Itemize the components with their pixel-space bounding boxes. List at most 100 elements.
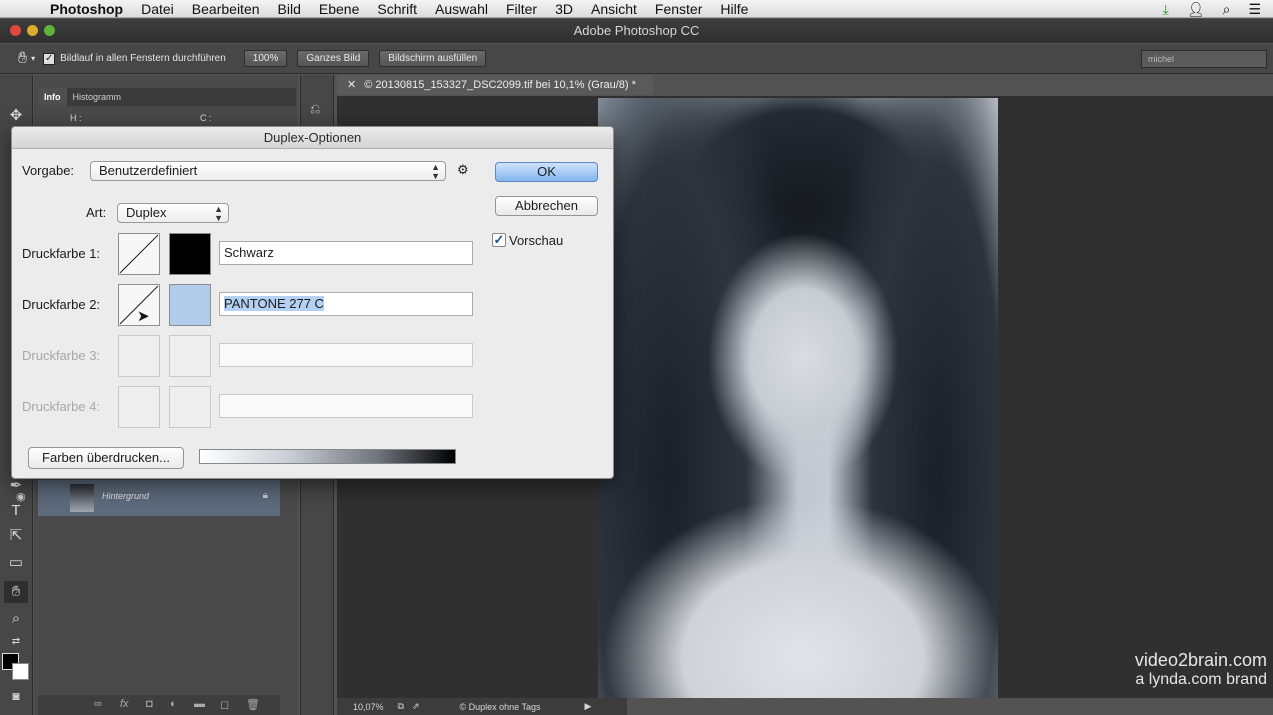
tool-options-bar: ✋︎ ▾ ✓ Bildlauf in allen Fenstern durchf…: [0, 44, 1273, 74]
move-tool-icon[interactable]: ✥: [4, 105, 28, 127]
duplex-options-dialog: Duplex-Optionen Vorgabe: Benutzerdefinie…: [11, 126, 614, 479]
chevron-down-icon[interactable]: ▾: [31, 54, 35, 63]
preset-label: Vorgabe:: [22, 163, 75, 178]
spotlight-search-icon[interactable]: ⌕: [1223, 1, 1231, 18]
menu-app[interactable]: Photoshop: [46, 0, 132, 18]
dialog-title: Duplex-Optionen: [12, 127, 613, 149]
menu-filter[interactable]: Filter: [497, 0, 546, 18]
user-icon[interactable]: 👤︎: [1187, 1, 1205, 18]
document-tab-title: © 20130815_153327_DSC2099.tif bei 10,1% …: [364, 79, 636, 91]
tone-gradient-ramp: [199, 449, 456, 464]
notification-list-icon[interactable]: ☰: [1248, 1, 1261, 18]
menu-3d[interactable]: 3D: [546, 0, 582, 18]
minimize-window-button[interactable]: [27, 25, 38, 36]
ink3-curve-box: [118, 335, 160, 377]
type-tool-icon[interactable]: T: [4, 500, 28, 522]
fit-screen-button[interactable]: Ganzes Bild: [297, 50, 370, 67]
zoom-level[interactable]: 10,07%: [353, 702, 384, 712]
close-window-button[interactable]: [10, 25, 21, 36]
zoom-window-button[interactable]: [44, 25, 55, 36]
ink3-color-swatch: [169, 335, 211, 377]
menu-ebene[interactable]: Ebene: [310, 0, 368, 18]
menu-bild[interactable]: Bild: [269, 0, 310, 18]
photo-canvas[interactable]: [598, 98, 998, 698]
type-label: Art:: [86, 205, 107, 220]
layer-style-fx-icon[interactable]: fx: [120, 698, 129, 710]
ink2-label: Druckfarbe 2:: [22, 297, 101, 312]
ink1-label: Druckfarbe 1:: [22, 246, 101, 261]
ink1-name-field[interactable]: Schwarz: [219, 241, 473, 265]
ink1-curve-box[interactable]: [118, 233, 160, 275]
zoom-tool-icon[interactable]: ⌕: [4, 608, 28, 630]
scroll-all-windows-checkbox[interactable]: ✓: [43, 52, 56, 65]
ink2-name-field[interactable]: PANTONE 277 C: [219, 292, 473, 316]
close-document-icon[interactable]: ✕: [347, 79, 356, 91]
preset-value: Benutzerdefiniert: [99, 163, 198, 178]
ink4-color-swatch: [169, 386, 211, 428]
overprint-colors-button[interactable]: Farben überdrucken...: [28, 447, 184, 469]
preview-checkbox[interactable]: ✓: [492, 233, 506, 247]
new-layer-icon[interactable]: ◻: [220, 698, 229, 711]
ok-button[interactable]: OK: [495, 162, 598, 182]
select-arrows-icon: ▲ ▼: [431, 162, 440, 181]
ink3-label: Druckfarbe 3:: [22, 348, 101, 363]
layer-visibility-eye-icon[interactable]: ◉: [16, 490, 26, 503]
tab-info[interactable]: Info: [38, 88, 67, 106]
zoom-100-button[interactable]: 100%: [243, 50, 288, 67]
layers-panel-footer: ∞ fx ◘ ◐ ▬ ◻ 🗑︎: [38, 695, 280, 715]
type-value: Duplex: [126, 205, 167, 220]
download-icon[interactable]: ⤓: [1163, 1, 1169, 18]
status-menu-arrow-icon[interactable]: ▶: [585, 701, 592, 712]
document-status-bar: 10,07% ⧉ ⇗ © Duplex ohne Tags ▶: [337, 698, 627, 715]
watermark-logo: video2brain.com a lynda.com brand: [1135, 650, 1267, 690]
ink4-label: Druckfarbe 4:: [22, 399, 101, 414]
status-share-icon[interactable]: ⇗: [412, 701, 420, 712]
ink2-color-swatch[interactable]: [169, 284, 211, 326]
hand-tool-icon[interactable]: ✋︎: [4, 581, 28, 603]
preset-select[interactable]: Benutzerdefiniert ▲ ▼: [90, 161, 446, 181]
link-layers-icon[interactable]: ∞: [94, 698, 102, 710]
background-color-swatch[interactable]: [12, 663, 29, 680]
menu-fenster[interactable]: Fenster: [646, 0, 711, 18]
delete-layer-icon[interactable]: 🗑︎: [246, 698, 260, 711]
layer-row[interactable]: ◉ Hintergrund 🔒︎: [16, 480, 280, 516]
fill-screen-button[interactable]: Bildschirm ausfüllen: [379, 50, 487, 67]
menu-auswahl[interactable]: Auswahl: [426, 0, 497, 18]
new-group-icon[interactable]: ▬: [194, 698, 205, 710]
ink1-curve-graph: [119, 234, 159, 274]
watermark-line2: a lynda.com brand: [1135, 671, 1267, 688]
adjustment-layer-icon[interactable]: ◐: [170, 698, 177, 710]
tab-histogramm[interactable]: Histogramm: [67, 88, 128, 106]
quick-mask-icon[interactable]: ◙: [4, 685, 28, 707]
history-panel-icon[interactable]: ⎌: [310, 101, 320, 117]
preset-settings-gear-icon[interactable]: ⚙: [457, 162, 469, 178]
layer-lock-icon: 🔒︎: [262, 490, 268, 501]
path-selection-tool-icon[interactable]: ⇱: [4, 525, 28, 547]
layer-name: Hintergrund: [102, 491, 150, 501]
preview-label: Vorschau: [509, 233, 564, 248]
scroll-all-windows-label: Bildlauf in allen Fenstern durchführen: [60, 53, 226, 64]
hand-tool-preset-icon[interactable]: ✋︎: [18, 50, 27, 68]
menu-datei[interactable]: Datei: [132, 0, 183, 18]
document-tab[interactable]: ✕ © 20130815_153327_DSC2099.tif bei 10,1%…: [337, 75, 653, 95]
window-title-bar: Adobe Photoshop CC: [0, 19, 1273, 43]
menu-hilfe[interactable]: Hilfe: [711, 0, 757, 18]
ink2-name-value: PANTONE 277 C: [224, 296, 324, 311]
type-select[interactable]: Duplex ▲ ▼: [117, 203, 229, 223]
workspace-select[interactable]: michel: [1141, 50, 1267, 68]
rectangle-tool-icon[interactable]: ▭: [4, 552, 28, 574]
ink1-color-swatch[interactable]: [169, 233, 211, 275]
layer-thumbnail: [70, 484, 94, 512]
cancel-button[interactable]: Abbrechen: [495, 196, 598, 216]
mouse-cursor-icon: ➤: [137, 308, 150, 325]
info-panel-tabs: Info Histogramm: [38, 88, 296, 106]
add-mask-icon[interactable]: ◘: [146, 698, 153, 710]
menu-bar: Photoshop Datei Bearbeiten Bild Ebene Sc…: [0, 0, 1273, 18]
swap-colors-icon[interactable]: ⇄: [4, 631, 28, 653]
menu-schrift[interactable]: Schrift: [368, 0, 426, 18]
menu-ansicht[interactable]: Ansicht: [582, 0, 646, 18]
ink4-curve-box: [118, 386, 160, 428]
ink4-name-field: [219, 394, 473, 418]
menu-bearbeiten[interactable]: Bearbeiten: [183, 0, 269, 18]
status-info-icon[interactable]: ⧉: [398, 701, 404, 712]
